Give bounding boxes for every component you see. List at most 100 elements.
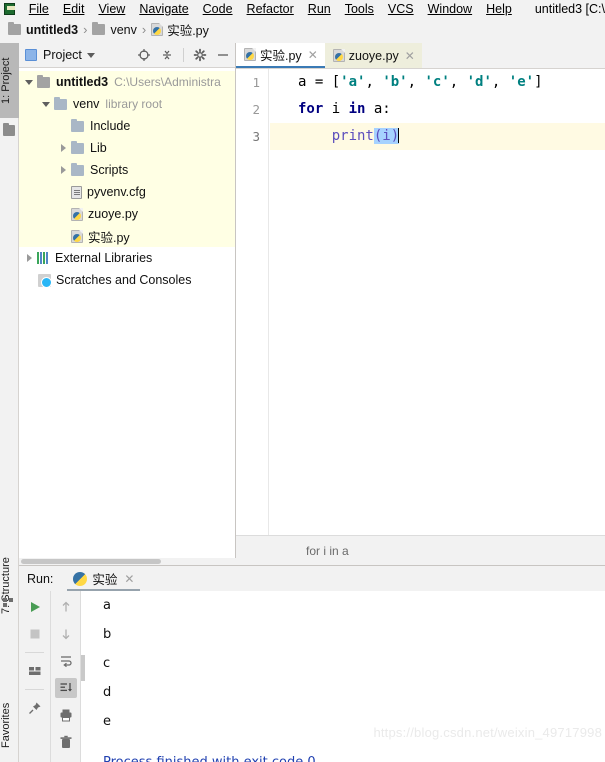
code-tail-a: a: (365, 101, 391, 117)
menu-item-file-label: File (28, 2, 49, 16)
menu-item-window-label: Window (427, 2, 473, 16)
menu-item-window[interactable]: Window (421, 3, 479, 16)
tree-item-untitled3[interactable]: untitled3 C:\Users\Administra (19, 71, 235, 93)
chevron-down-icon[interactable] (41, 99, 52, 110)
run-toolbar-left (19, 591, 50, 762)
chevron-down-icon[interactable] (86, 52, 95, 58)
code-line-3[interactable]: print(i) (270, 123, 605, 150)
tree-item-scripts[interactable]: Scripts (19, 159, 235, 181)
breadcrumb-label-file: 实验.py (167, 24, 209, 38)
soft-wrap-icon[interactable] (55, 651, 77, 671)
chevron-right-icon[interactable] (58, 165, 69, 176)
menu-item-vcs[interactable]: VCS (381, 3, 421, 16)
folder-icon (3, 123, 15, 136)
config-file-icon (71, 185, 82, 199)
code-var-i: i (323, 101, 349, 117)
menu-item-help-label: Help (486, 2, 512, 16)
scrollbar-thumb[interactable] (21, 559, 161, 564)
close-icon[interactable]: ✕ (405, 50, 415, 62)
scroll-to-end-icon[interactable] (54, 678, 77, 698)
pin-icon[interactable] (24, 698, 46, 718)
menu-item-file[interactable]: File (22, 3, 56, 16)
code-line-2[interactable]: for i in a: (270, 96, 605, 123)
chevron-right-icon[interactable] (24, 253, 35, 264)
console-scroll-marker (81, 655, 85, 681)
menu-item-help[interactable]: Help (479, 3, 519, 16)
print-icon[interactable] (55, 705, 77, 725)
tree-item-external-libraries[interactable]: External Libraries (19, 247, 235, 269)
run-tab-shiyan[interactable]: 实验 ✕ (67, 566, 141, 591)
sidebar-item-project[interactable]: 1: Project (0, 43, 19, 118)
tree-item-lib[interactable]: Lib (19, 137, 235, 159)
stop-icon[interactable] (24, 624, 46, 644)
code-selection-args: (i) (373, 128, 400, 144)
run-console[interactable]: a b c d e Process finished with exit cod… (80, 591, 605, 762)
code-lines[interactable]: a = ['a', 'b', 'c', 'd', 'e'] for i in a… (270, 69, 605, 535)
breadcrumb-label-project: untitled3 (26, 22, 79, 37)
code-editor[interactable]: 1 2 3 a = ['a', 'b', 'c', 'd', 'e'] for … (236, 69, 605, 535)
breadcrumb-item-venv[interactable]: venv (92, 22, 137, 37)
menu-item-view[interactable]: View (91, 3, 132, 16)
run-panel-label: Run: (27, 571, 54, 586)
menu-item-navigate[interactable]: Navigate (132, 3, 195, 16)
layout-icon[interactable] (24, 661, 46, 681)
trash-icon[interactable] (55, 732, 77, 752)
project-panel: Project untitled3 C:\Users\Administra ve… (19, 43, 236, 565)
line-number-gutter: 1 2 3 (236, 69, 269, 535)
console-line-3: c (103, 656, 111, 671)
run-tab-label: 实验 (92, 573, 118, 587)
tree-item-shiyan-py[interactable]: 实验.py (19, 225, 235, 247)
menu-item-run[interactable]: Run (301, 3, 338, 16)
folder-icon (71, 140, 84, 154)
sidebar-item-favorites[interactable]: Favorites (0, 688, 19, 762)
locate-target-icon[interactable] (137, 48, 151, 62)
down-arrow-icon[interactable] (55, 624, 77, 644)
tree-item-zuoye-py[interactable]: zuoye.py (19, 203, 235, 225)
tab-shiyan-py[interactable]: 实验.py ✕ (236, 43, 325, 68)
run-panel: Run: 实验 ✕ a b c d e https://blog.csdn.ne… (19, 565, 605, 762)
collapse-all-icon[interactable] (160, 48, 174, 62)
menu-item-code[interactable]: Code (196, 3, 240, 16)
menu-item-edit[interactable]: Edit (56, 3, 92, 16)
close-icon[interactable]: ✕ (308, 49, 318, 61)
tree-item-venv[interactable]: venv library root (19, 93, 235, 115)
folder-icon (37, 74, 50, 88)
tree-item-pyvenv-cfg[interactable]: pyvenv.cfg (19, 181, 235, 203)
sidebar-item-favorites-label: Favorites (0, 702, 12, 748)
sidebar-item-project-label: 1: Project (0, 57, 12, 104)
python-file-icon (151, 23, 164, 36)
close-icon[interactable]: ✕ (124, 572, 134, 586)
toolbar-divider (183, 48, 184, 62)
menu-item-refactor[interactable]: Refactor (240, 3, 301, 16)
breadcrumb-item-file[interactable]: 实验.py (151, 20, 209, 39)
chevron-right-icon[interactable] (58, 143, 69, 154)
tree-label-zuoye-py: zuoye.py (88, 207, 139, 221)
project-horizontal-scrollbar[interactable] (19, 558, 236, 565)
up-arrow-icon[interactable] (55, 597, 77, 617)
menu-item-tools[interactable]: Tools (338, 3, 381, 16)
sidebar-item-structure[interactable]: 7: Structure (0, 540, 19, 632)
editor-breadcrumb[interactable]: for i in a (236, 535, 605, 565)
project-window-icon (25, 49, 37, 61)
code-keyword-in: in (348, 101, 366, 117)
tab-zuoye-py[interactable]: zuoye.py ✕ (324, 43, 422, 68)
chevron-down-icon[interactable] (24, 77, 35, 88)
left-tool-strip: 1: Project 7: Structure Favorites (0, 43, 19, 762)
code-comma-1: , (365, 74, 383, 90)
code-function-print: print (331, 128, 374, 144)
tree-label-shiyan-py: 实验.py (88, 230, 130, 245)
gear-icon[interactable] (193, 48, 207, 62)
folder-icon (92, 22, 106, 35)
breadcrumb-item-project[interactable]: untitled3 (8, 22, 79, 37)
code-line-1[interactable]: a = ['a', 'b', 'c', 'd', 'e'] (270, 69, 605, 96)
minimize-icon[interactable] (216, 48, 230, 62)
tree-sub-untitled3: C:\Users\Administra (114, 75, 221, 89)
project-panel-toolbar (137, 48, 235, 62)
code-comma-2: , (407, 74, 425, 90)
console-line-4: d (103, 685, 112, 700)
tree-item-include[interactable]: Include (19, 115, 235, 137)
pycharm-window: File Edit View Navigate Code Refactor Ru… (0, 0, 605, 762)
tree-item-scratches[interactable]: Scratches and Consoles (19, 269, 235, 291)
run-panel-body: a b c d e Process finished with exit cod… (19, 591, 605, 762)
rerun-play-icon[interactable] (24, 597, 46, 617)
